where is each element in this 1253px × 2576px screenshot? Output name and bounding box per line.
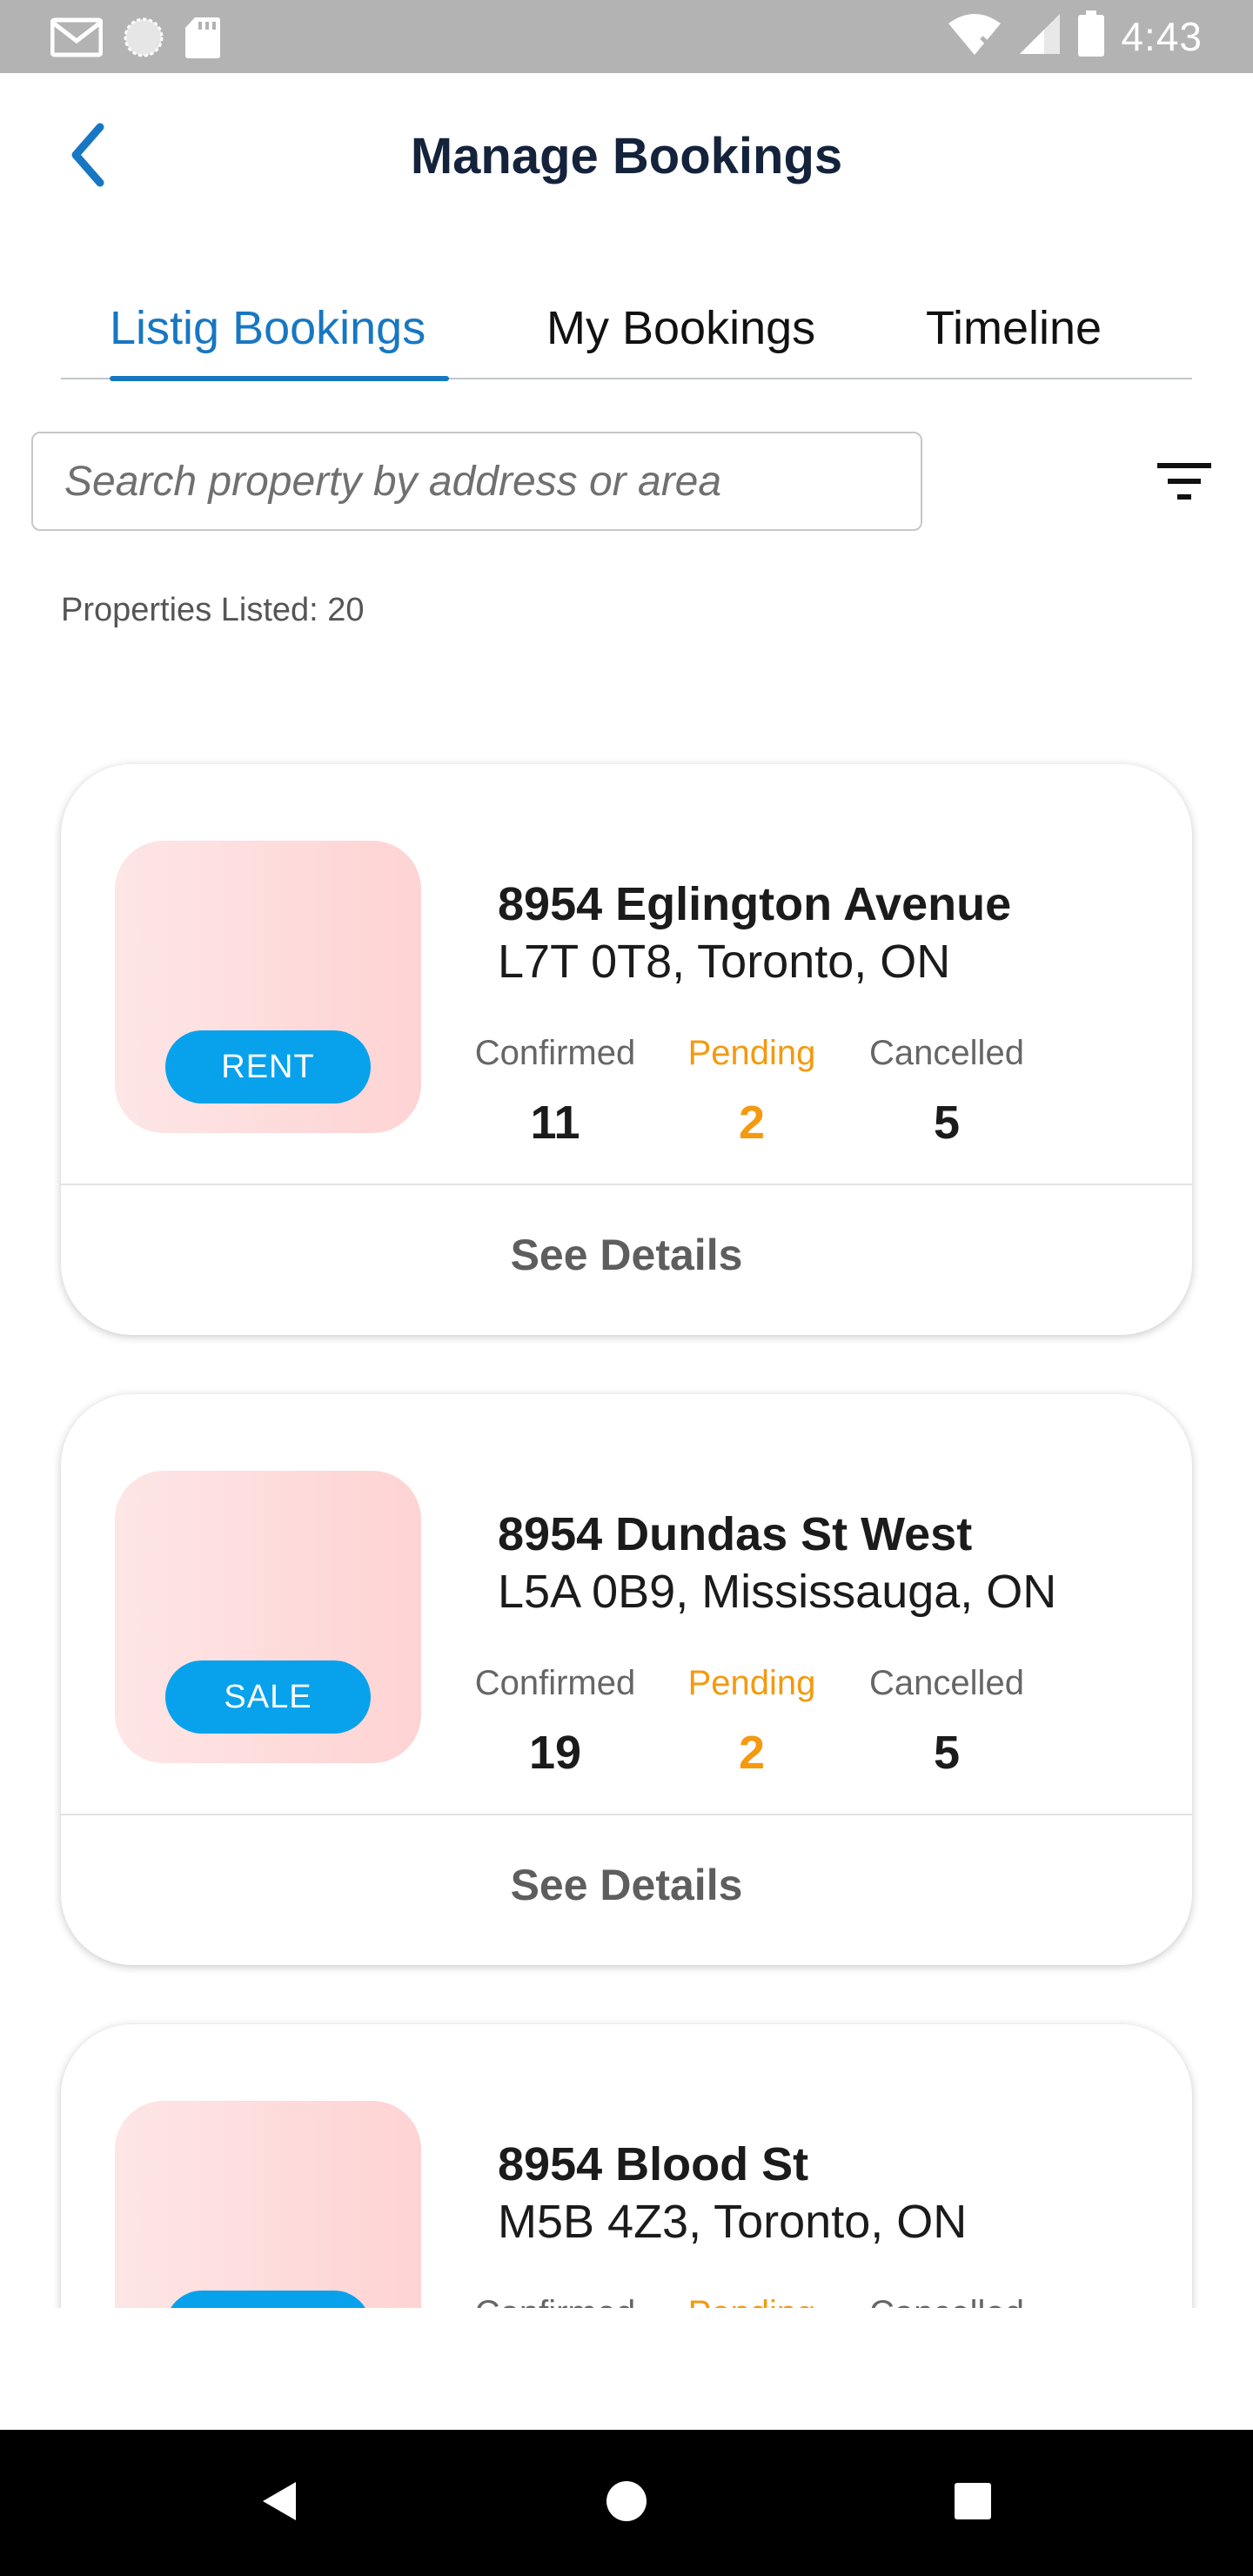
- property-card: 8954 Blood St M5B 4Z3, Toronto, ON Confi…: [61, 2024, 1192, 2308]
- search-box: [31, 432, 922, 531]
- pending-count: 2: [738, 1727, 766, 1779]
- cancelled-label: Cancelled: [869, 1034, 1024, 1072]
- tab-listing-bookings[interactable]: Listig Bookings: [110, 301, 425, 355]
- gmail-icon: [50, 17, 104, 63]
- filter-icon: [1147, 463, 1220, 515]
- address-line-2: L7T 0T8, Toronto, ON: [498, 936, 951, 988]
- confirmed-stat: Confirmed 19: [451, 1664, 660, 1780]
- nav-back-button[interactable]: [244, 2468, 313, 2538]
- pending-label: Pending: [687, 1664, 816, 1702]
- back-triangle-icon: [258, 2479, 299, 2528]
- page-title: Manage Bookings: [410, 128, 843, 184]
- properties-count: Properties Listed: 20: [61, 592, 365, 628]
- system-nav-bar: [0, 2430, 1253, 2576]
- cancelled-label: Cancelled: [869, 1664, 1024, 1702]
- property-card: RENT 8954 Eglington Avenue L7T 0T8, Toro…: [61, 764, 1192, 1335]
- property-thumbnail: [115, 2101, 421, 2308]
- cancelled-stat: Cancelled 5: [842, 1664, 1051, 1780]
- nav-recents-button[interactable]: [938, 2468, 1008, 2538]
- see-details-button[interactable]: See Details: [61, 1185, 1192, 1335]
- pending-stat: Pending 2: [647, 1664, 856, 1780]
- confirmed-label: Confirmed: [474, 1034, 636, 1072]
- cancelled-count: 5: [933, 1727, 961, 1779]
- property-card: SALE 8954 Dundas St West L5A 0B9, Missis…: [61, 1394, 1192, 1965]
- cancelled-stat: Cancelled 5: [842, 1034, 1051, 1150]
- active-tab-indicator: [110, 376, 449, 381]
- pending-stat: Pending 2: [647, 1034, 856, 1150]
- home-circle-icon: [605, 2479, 648, 2527]
- property-thumbnail: RENT: [115, 841, 421, 1133]
- wifi-off-icon: [947, 11, 1002, 61]
- address-line-1: 8954 Dundas St West: [498, 1508, 973, 1560]
- header: Manage Bookings: [0, 73, 1253, 247]
- address-line-2: M5B 4Z3, Toronto, ON: [498, 2196, 968, 2248]
- listing-type-badge: SALE: [165, 1660, 371, 1734]
- tab-timeline[interactable]: Timeline: [926, 301, 1102, 355]
- confirmed-stat: Confirmed 11: [451, 1034, 660, 1150]
- cancelled-count: 5: [933, 1097, 961, 1149]
- status-time: 4:43: [1121, 13, 1203, 59]
- signal-icon: [1018, 12, 1062, 60]
- tab-my-bookings[interactable]: My Bookings: [546, 301, 815, 355]
- confirmed-count: 19: [528, 1727, 582, 1779]
- filter-button[interactable]: [1147, 447, 1220, 512]
- search-input[interactable]: [33, 433, 921, 529]
- cancelled-stat: Cancelled: [842, 2294, 1051, 2308]
- address-line-1: 8954 Blood St: [498, 2138, 809, 2190]
- cancelled-label: Cancelled: [842, 2294, 1051, 2308]
- pending-stat: Pending: [647, 2294, 856, 2308]
- address-line-1: 8954 Eglington Avenue: [498, 878, 1012, 930]
- battery-icon: [1077, 10, 1105, 62]
- sync-icon: [122, 16, 165, 64]
- pending-label: Pending: [687, 1034, 816, 1072]
- address-line-2: L5A 0B9, Mississauga, ON: [498, 1566, 1057, 1618]
- confirmed-count: 11: [530, 1097, 580, 1149]
- property-list: RENT 8954 Eglington Avenue L7T 0T8, Toro…: [0, 731, 1253, 2308]
- listing-type-badge: [165, 2291, 371, 2308]
- property-thumbnail: SALE: [115, 1471, 421, 1763]
- confirmed-label: Confirmed: [474, 1664, 636, 1702]
- see-details-button[interactable]: See Details: [61, 1815, 1192, 1965]
- sd-card-icon: [184, 16, 221, 64]
- listing-type-badge: RENT: [165, 1030, 371, 1104]
- nav-home-button[interactable]: [592, 2468, 661, 2538]
- pending-count: 2: [738, 1097, 766, 1149]
- recents-square-icon: [953, 2481, 993, 2526]
- pending-label: Pending: [647, 2294, 856, 2308]
- status-bar: 4:43: [0, 0, 1253, 73]
- tab-bar: Listig Bookings My Bookings Timeline: [61, 287, 1192, 381]
- confirmed-label: Confirmed: [451, 2294, 660, 2308]
- confirmed-stat: Confirmed: [451, 2294, 660, 2308]
